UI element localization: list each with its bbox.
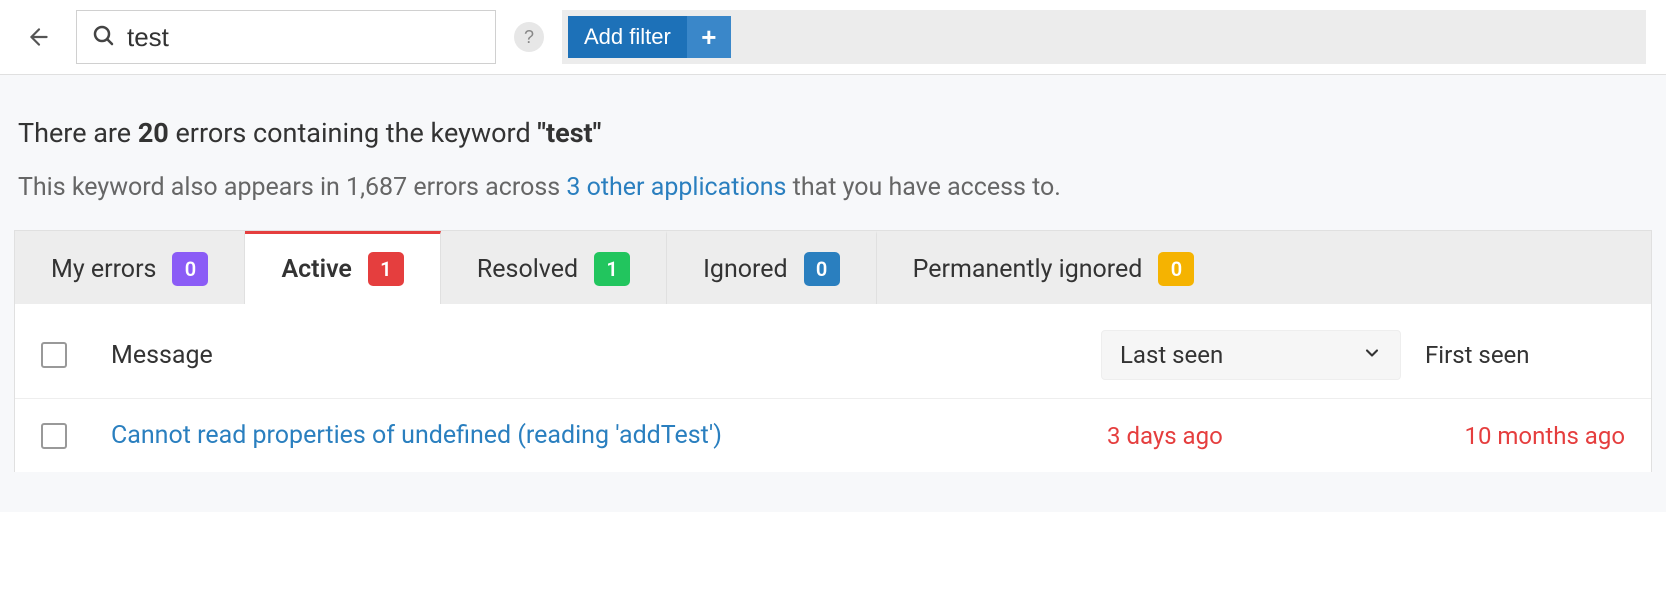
header-last-seen[interactable]: Last seen [1101,330,1401,380]
other-applications-link[interactable]: 3 other applications [566,173,786,202]
summary-count: 20 [138,117,169,149]
summary-line2: This keyword also appears in 1,687 error… [18,173,1648,202]
tab-label: Active [281,255,351,284]
arrow-left-icon [26,24,52,50]
add-filter-button[interactable]: Add filter + [568,16,731,58]
header-message: Message [111,341,1101,370]
select-all-cell [41,342,111,368]
add-filter-label: Add filter [568,16,687,58]
tab-count-badge: 1 [368,252,404,286]
summary-block: There are 20 errors containing the keywo… [14,75,1652,230]
summary-line2-suffix: that you have access to. [786,173,1060,202]
select-all-checkbox[interactable] [41,342,67,368]
tab-label: My errors [51,255,156,284]
plus-icon: + [687,16,731,58]
content-area: There are 20 errors containing the keywo… [0,75,1666,512]
question-icon: ? [524,27,534,48]
tab-count-badge: 0 [172,252,208,286]
search-box[interactable] [76,10,496,64]
tab-active[interactable]: Active 1 [245,231,440,304]
chevron-down-icon [1362,341,1382,369]
back-button[interactable] [20,18,58,56]
summary-line2-prefix: This keyword also appears in 1,687 error… [18,173,566,202]
tab-my-errors[interactable]: My errors 0 [15,231,245,304]
header-first-seen: First seen [1425,341,1625,369]
table-row: Cannot read properties of undefined (rea… [15,399,1651,472]
row-checkbox[interactable] [41,423,67,449]
last-seen-value: 3 days ago [1101,422,1425,450]
help-button[interactable]: ? [514,22,544,52]
tab-permanently-ignored[interactable]: Permanently ignored 0 [877,231,1231,304]
summary-mid: errors containing the keyword [169,117,538,149]
error-message-link[interactable]: Cannot read properties of undefined (rea… [111,421,1101,450]
tab-ignored[interactable]: Ignored 0 [667,231,877,304]
errors-table: Message Last seen First seen Cannot read… [14,304,1652,472]
summary-prefix: There are [18,117,138,149]
filter-bar: Add filter + [562,10,1646,64]
row-checkbox-cell [41,423,111,449]
tab-count-badge: 0 [1158,252,1194,286]
summary-keyword: "test" [537,117,601,149]
header-last-seen-label: Last seen [1120,341,1223,369]
top-bar: ? Add filter + [0,0,1666,74]
tab-count-badge: 1 [594,252,630,286]
tab-count-badge: 0 [804,252,840,286]
first-seen-value: 10 months ago [1425,422,1625,450]
tab-label: Resolved [477,255,578,284]
tab-resolved[interactable]: Resolved 1 [441,231,667,304]
tab-label: Ignored [703,255,788,284]
summary-line1: There are 20 errors containing the keywo… [18,117,1648,149]
tab-label: Permanently ignored [913,255,1143,284]
search-input[interactable] [127,22,481,53]
table-header: Message Last seen First seen [15,304,1651,399]
search-icon [91,23,115,51]
tabs: My errors 0 Active 1 Resolved 1 Ignored … [14,230,1652,304]
